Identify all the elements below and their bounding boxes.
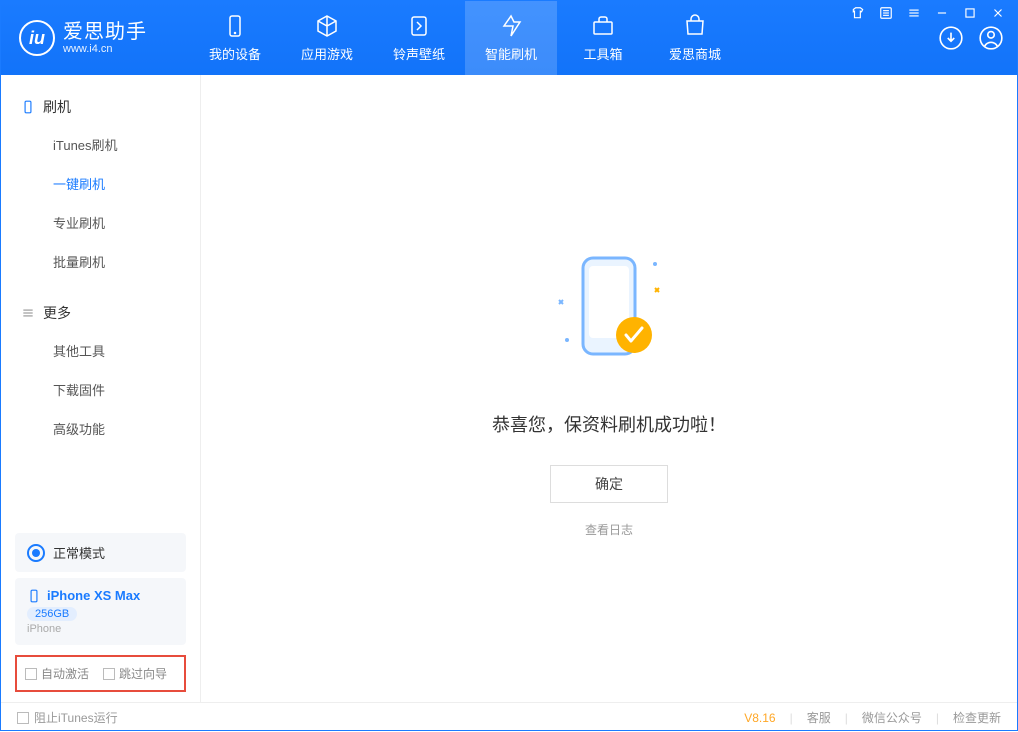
app-subtitle: www.i4.cn (63, 43, 147, 55)
nav-tab-device[interactable]: 我的设备 (189, 1, 281, 75)
app-title: 爱思助手 (63, 21, 147, 43)
device-capacity: 256GB (27, 607, 77, 621)
user-icon[interactable] (977, 24, 1005, 52)
status-bar: 阻止iTunes运行 V8.16 | 客服 | 微信公众号 | 检查更新 (1, 702, 1017, 732)
sidebar-item-other-tools[interactable]: 其他工具 (1, 331, 200, 370)
success-message: 恭喜您，保资料刷机成功啦！ (492, 411, 726, 437)
nav-tabs: 我的设备 应用游戏 铃声壁纸 智能刷机 工具箱 爱思商城 (189, 1, 741, 75)
checkbox-auto-activate[interactable]: 自动激活 (25, 665, 89, 682)
sidebar-item-batch-flash[interactable]: 批量刷机 (1, 242, 200, 281)
close-icon[interactable] (987, 5, 1009, 24)
device-type: iPhone (27, 623, 174, 635)
ok-button[interactable]: 确定 (550, 465, 668, 503)
sidebar-item-pro-flash[interactable]: 专业刷机 (1, 203, 200, 242)
footer-link-support[interactable]: 客服 (807, 709, 831, 726)
checkbox-skip-guide[interactable]: 跳过向导 (103, 665, 167, 682)
nav-tab-apps[interactable]: 应用游戏 (281, 1, 373, 75)
phone-success-illustration (539, 240, 679, 385)
nav-tab-toolbox[interactable]: 工具箱 (557, 1, 649, 75)
sidebar: 刷机 iTunes刷机 一键刷机 专业刷机 批量刷机 更多 其他工具 下载固件 … (1, 75, 201, 702)
nav-tab-ringtones[interactable]: 铃声壁纸 (373, 1, 465, 75)
checkbox-icon (103, 668, 115, 680)
version-label: V8.16 (744, 711, 775, 725)
footer-link-wechat[interactable]: 微信公众号 (862, 709, 922, 726)
nav-tab-store[interactable]: 爱思商城 (649, 1, 741, 75)
list-icon[interactable] (875, 5, 897, 24)
device-name: iPhone XS Max (47, 588, 140, 603)
sidebar-item-download-firmware[interactable]: 下载固件 (1, 370, 200, 409)
minimize-icon[interactable] (931, 5, 953, 24)
checkbox-icon (17, 712, 29, 724)
sidebar-item-itunes-flash[interactable]: iTunes刷机 (1, 125, 200, 164)
nav-tab-flash[interactable]: 智能刷机 (465, 1, 557, 75)
footer-link-update[interactable]: 检查更新 (953, 709, 1001, 726)
mode-label: 正常模式 (53, 543, 105, 562)
checkbox-icon (25, 668, 37, 680)
sidebar-header-flash: 刷机 (1, 89, 200, 125)
mode-box[interactable]: 正常模式 (15, 533, 186, 572)
sidebar-item-oneclick-flash[interactable]: 一键刷机 (1, 164, 200, 203)
checkbox-block-itunes[interactable]: 阻止iTunes运行 (17, 709, 118, 726)
view-log-link[interactable]: 查看日志 (585, 521, 633, 538)
download-icon[interactable] (937, 24, 965, 52)
logo-icon: iu (19, 20, 55, 56)
flash-options: 自动激活 跳过向导 (15, 655, 186, 692)
logo: iu 爱思助手 www.i4.cn (19, 20, 189, 56)
maximize-icon[interactable] (959, 5, 981, 24)
sidebar-header-more: 更多 (1, 295, 200, 331)
main-panel: 恭喜您，保资料刷机成功啦！ 确定 查看日志 (201, 75, 1017, 702)
app-header: iu 爱思助手 www.i4.cn 我的设备 应用游戏 铃声壁纸 智能刷机 工具… (1, 1, 1017, 75)
device-box[interactable]: iPhone XS Max 256GB iPhone (15, 578, 186, 645)
menu-icon[interactable] (903, 5, 925, 24)
window-controls (847, 5, 1009, 24)
mode-icon (27, 544, 45, 562)
shirt-icon[interactable] (847, 5, 869, 24)
sidebar-item-advanced[interactable]: 高级功能 (1, 409, 200, 448)
